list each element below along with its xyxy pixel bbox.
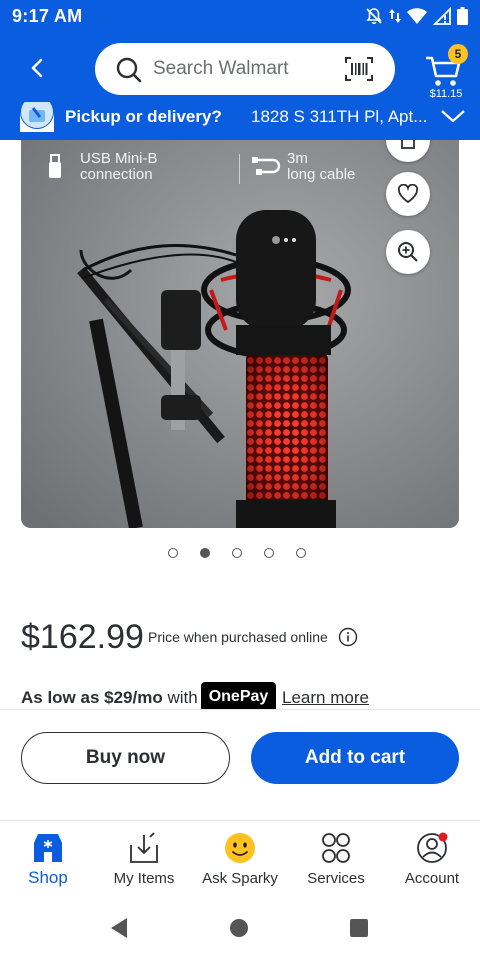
pickup-address[interactable]: 1828 S 311TH Pl, Apt... [251,107,427,127]
installment-with: with [162,688,198,707]
search-bar[interactable]: Search Walmart [95,43,395,95]
status-time: 9:17 AM [12,6,83,26]
system-back-icon[interactable] [108,917,130,939]
carousel-dot[interactable] [232,548,242,558]
feature-cable-text: 3m long cable [287,151,355,183]
data-arrows-icon [389,9,401,23]
pickup-delivery-bar[interactable]: Pickup or delivery? 1828 S 311TH Pl, Apt… [0,102,480,140]
battery-icon [457,7,468,25]
feature-usb-line-2: connection [80,166,153,183]
my-items-icon [130,832,158,863]
nav-my-items-label: My Items [113,870,175,887]
nav-my-items[interactable]: My Items [96,821,192,899]
services-icon [322,833,350,863]
bottom-nav: Shop My Items Ask Sparky Services Accoun… [0,820,480,898]
cable-icon [252,157,281,175]
nav-shop[interactable]: Shop [0,821,96,899]
nav-account-label: Account [404,870,460,887]
screen: 9:17 AM Search Walmart 5 $11.15 Pickup o… [0,0,480,960]
system-recents-icon[interactable] [349,918,369,938]
action-bar: Buy now Add to cart [0,709,480,819]
carousel-dot[interactable] [200,548,210,558]
system-home-icon[interactable] [229,918,249,938]
share-icon [401,140,415,149]
search-placeholder[interactable]: Search Walmart [153,58,289,80]
onepay-logo: OnePay [201,682,276,712]
status-icons [365,7,468,25]
info-icon[interactable] [338,627,358,647]
cart-count-badge: 5 [448,44,468,64]
zoom-button[interactable] [386,230,430,274]
account-icon [417,832,448,863]
zoom-in-icon [398,242,418,262]
product-image[interactable]: USB Mini-B connection 3m long cable [21,140,459,528]
carousel-dot[interactable] [296,548,306,558]
cart-button[interactable]: 5 $11.15 [420,42,476,100]
product-price: $162.99 [21,618,144,656]
feature-cable-line-1: 3m [287,150,308,167]
pickup-icon [20,102,54,132]
sparky-icon [225,833,255,863]
price-note: Price when purchased online [148,629,328,645]
heart-icon [397,184,419,204]
signal-icon [433,7,451,25]
shop-icon [34,834,62,862]
barcode-scanner-icon[interactable] [345,57,373,81]
nav-services-label: Services [307,870,365,887]
system-nav-bar [0,898,480,960]
notifications-off-icon [366,8,382,24]
nav-ask-sparky[interactable]: Ask Sparky [192,821,288,899]
favorite-button[interactable] [386,172,430,216]
status-bar: 9:17 AM [0,0,480,34]
installment-text: As low as $29/mo with [21,688,198,708]
feature-cable-line-2: long cable [287,166,356,183]
feature-usb-line-1: USB Mini-B [80,150,158,167]
carousel-dots [168,548,306,558]
learn-more-link[interactable]: Learn more [282,688,369,708]
carousel-dot[interactable] [168,548,178,558]
nav-shop-label: Shop [28,868,68,887]
nav-services[interactable]: Services [288,821,384,899]
feature-usb-text: USB Mini-B connection [80,151,158,183]
add-to-cart-button[interactable]: Add to cart [251,732,459,784]
nav-ask-sparky-label: Ask Sparky [202,870,278,887]
carousel-dot[interactable] [264,548,274,558]
cart-total: $11.15 [429,88,463,100]
search-icon [116,57,142,83]
installment-amount: As low as $29/mo [21,688,163,707]
wifi-icon [407,8,427,24]
buy-now-button[interactable]: Buy now [21,732,230,784]
feature-divider [239,154,240,184]
pickup-label[interactable]: Pickup or delivery? [65,107,222,127]
back-arrow-icon[interactable] [24,54,52,82]
nav-account[interactable]: Account [384,821,480,899]
usb-icon [49,154,61,178]
chevron-down-icon[interactable] [440,106,466,126]
app-header: Search Walmart 5 $11.15 [0,34,480,102]
